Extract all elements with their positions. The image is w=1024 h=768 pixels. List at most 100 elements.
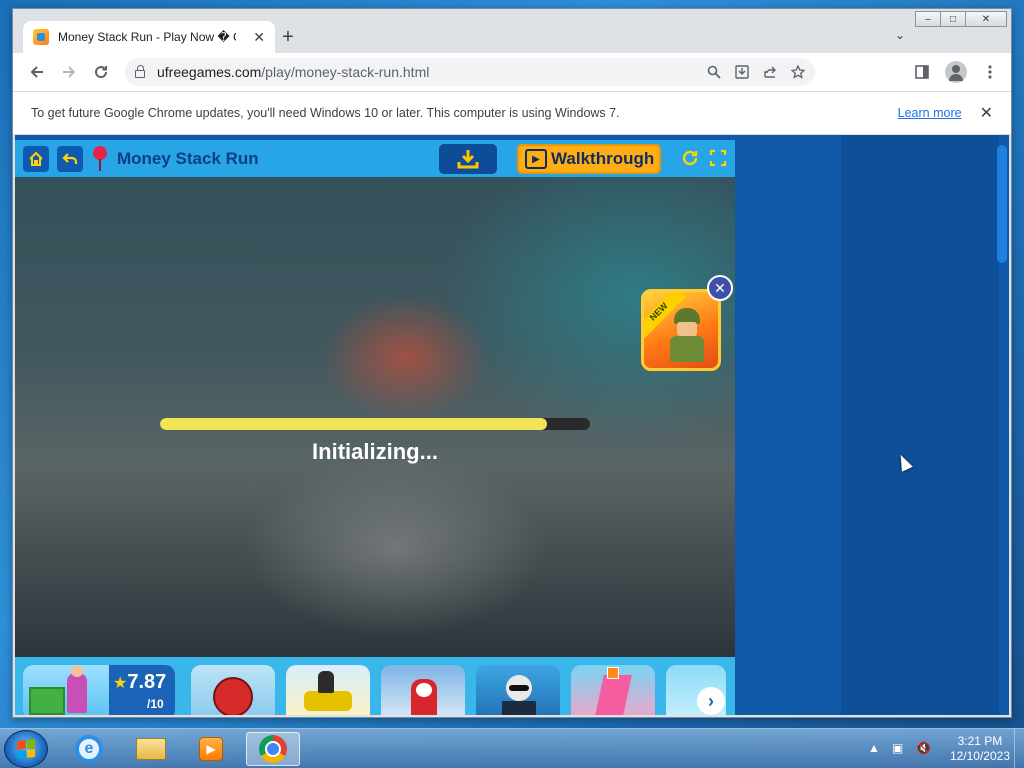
rider-icon: [318, 671, 334, 693]
promo-thumbnail[interactable]: NEW: [641, 289, 721, 371]
next-games-arrow[interactable]: ›: [697, 687, 725, 715]
omnibox-actions: [707, 65, 805, 79]
reload-icon: [95, 66, 108, 79]
zoom-icon[interactable]: [707, 65, 721, 79]
install-app-icon[interactable]: [735, 65, 749, 79]
new-tab-button[interactable]: +: [275, 24, 301, 50]
clock-date: 12/10/2023: [949, 749, 1010, 763]
toolbar-right: [911, 58, 1001, 86]
side-panel-icon[interactable]: [911, 58, 933, 86]
star-icon: ★: [113, 675, 128, 692]
walkthrough-label: Walkthrough: [551, 149, 655, 168]
undo-arrow-icon: [62, 152, 78, 164]
show-desktop-button[interactable]: [1014, 729, 1024, 768]
url-domain: ufreegames.com: [157, 64, 262, 80]
bookmark-star-icon[interactable]: [791, 65, 805, 79]
back-button[interactable]: [21, 56, 53, 88]
tab-close-icon[interactable]: ✕: [253, 29, 265, 46]
windows-logo-icon: [17, 739, 35, 759]
game-thumb-runner[interactable]: [571, 665, 655, 715]
soldier-face: [677, 322, 697, 336]
rating-number: 7.87: [127, 671, 167, 693]
update-infobar: To get future Google Chrome updates, you…: [13, 91, 1011, 135]
network-icon[interactable]: ▣: [892, 741, 906, 755]
home-icon: [29, 151, 43, 166]
soldier-body: [670, 336, 704, 362]
game-thumb-santa[interactable]: [381, 665, 465, 715]
tab-search-icon[interactable]: ⌄: [895, 28, 905, 42]
rating-value: ★7.87: [113, 671, 166, 694]
system-tray: ▲ ▣ 🔇: [868, 741, 931, 755]
maximize-button[interactable]: □: [940, 11, 966, 27]
taskbar-clock[interactable]: 3:21 PM 12/10/2023: [950, 734, 1010, 764]
reload-button[interactable]: [85, 56, 117, 88]
rating-card[interactable]: ★7.87 /10: [23, 665, 175, 715]
page-viewport: Money Stack Run ▶ Walkthrough Initializi…: [15, 135, 1009, 715]
page-scrollbar[interactable]: [997, 145, 1007, 263]
header-right-actions: [681, 149, 727, 167]
game-thumb-moto[interactable]: [286, 665, 370, 715]
game-thumb-agent[interactable]: [476, 665, 560, 715]
motorbike-icon: [304, 691, 352, 711]
address-bar[interactable]: ufreegames.com/play/money-stack-run.html: [125, 58, 815, 86]
agent-suit-icon: [502, 701, 536, 715]
related-games-strip: ★7.87 /10 ›: [15, 657, 735, 715]
agent-head-icon: [506, 675, 532, 701]
forward-arrow-icon: [63, 66, 76, 78]
folder-icon: [136, 738, 166, 760]
spider-hero-icon: [213, 677, 253, 715]
forward-button[interactable]: [53, 56, 85, 88]
home-button[interactable]: [23, 145, 49, 172]
url-path: /play/money-stack-run.html: [261, 64, 430, 80]
infobar-message: To get future Google Chrome updates, you…: [31, 106, 620, 120]
lock-icon[interactable]: [135, 64, 145, 78]
infobar-close-icon[interactable]: ✕: [980, 103, 993, 123]
close-window-button[interactable]: ✕: [965, 11, 1007, 27]
taskbar: e ▶ ▲ ▣ 🔇 3:21 PM 12/10/2023: [0, 728, 1024, 768]
internet-explorer-icon: e: [75, 735, 103, 763]
menu-kebab-icon[interactable]: [979, 58, 1001, 86]
money-stack-icon: [29, 687, 65, 715]
chrome-icon: [259, 735, 287, 763]
profile-avatar[interactable]: [945, 61, 967, 83]
share-icon[interactable]: [763, 65, 777, 79]
media-player-icon: ▶: [199, 737, 223, 761]
runner-character: [67, 665, 87, 713]
promo-close-button[interactable]: ✕: [707, 275, 733, 301]
promo-game-card[interactable]: NEW ✕: [641, 275, 733, 371]
pin-icon: [91, 145, 109, 172]
loading-progress-bar: [160, 418, 590, 430]
taskbar-media-player[interactable]: ▶: [184, 732, 238, 766]
volume-muted-icon[interactable]: 🔇: [916, 741, 931, 755]
tab-money-stack-run[interactable]: Money Stack Run - Play Now � C ✕: [23, 21, 275, 53]
game-header: Money Stack Run ▶ Walkthrough: [15, 140, 735, 177]
refresh-icon[interactable]: [681, 149, 699, 167]
game-title: Money Stack Run: [117, 148, 259, 168]
window-controls: – □ ✕: [915, 11, 1007, 27]
box-icon: [607, 667, 619, 679]
minimize-button[interactable]: –: [915, 11, 941, 27]
back-game-button[interactable]: [57, 145, 83, 172]
santa-icon: [411, 679, 437, 715]
browser-toolbar: ufreegames.com/play/money-stack-run.html: [13, 53, 1011, 91]
taskbar-google-chrome[interactable]: [246, 732, 300, 766]
tray-expand-icon[interactable]: ▲: [868, 741, 882, 755]
game-stage[interactable]: Initializing... NEW ✕: [15, 177, 735, 657]
rating-scale: /10: [147, 697, 164, 711]
download-icon: [457, 150, 479, 169]
learn-more-link[interactable]: Learn more: [898, 106, 962, 120]
walkthrough-button[interactable]: ▶ Walkthrough: [517, 144, 661, 174]
taskbar-internet-explorer[interactable]: e: [62, 732, 116, 766]
video-play-icon: ▶: [525, 149, 547, 169]
game-thumb-spiderman[interactable]: [191, 665, 275, 715]
game-frame: Money Stack Run ▶ Walkthrough Initializi…: [15, 140, 735, 715]
start-button[interactable]: [4, 730, 48, 768]
loading-progress-fill: [160, 418, 547, 430]
clock-time: 3:21 PM: [957, 734, 1003, 748]
tab-strip: Money Stack Run - Play Now � C ✕ + ⌄ – □…: [13, 9, 1011, 53]
fullscreen-icon[interactable]: [709, 149, 727, 167]
loading-status-text: Initializing...: [312, 439, 438, 464]
taskbar-file-explorer[interactable]: [124, 732, 178, 766]
download-button[interactable]: [439, 144, 497, 174]
chrome-window: Money Stack Run - Play Now � C ✕ + ⌄ – □…: [12, 8, 1012, 718]
